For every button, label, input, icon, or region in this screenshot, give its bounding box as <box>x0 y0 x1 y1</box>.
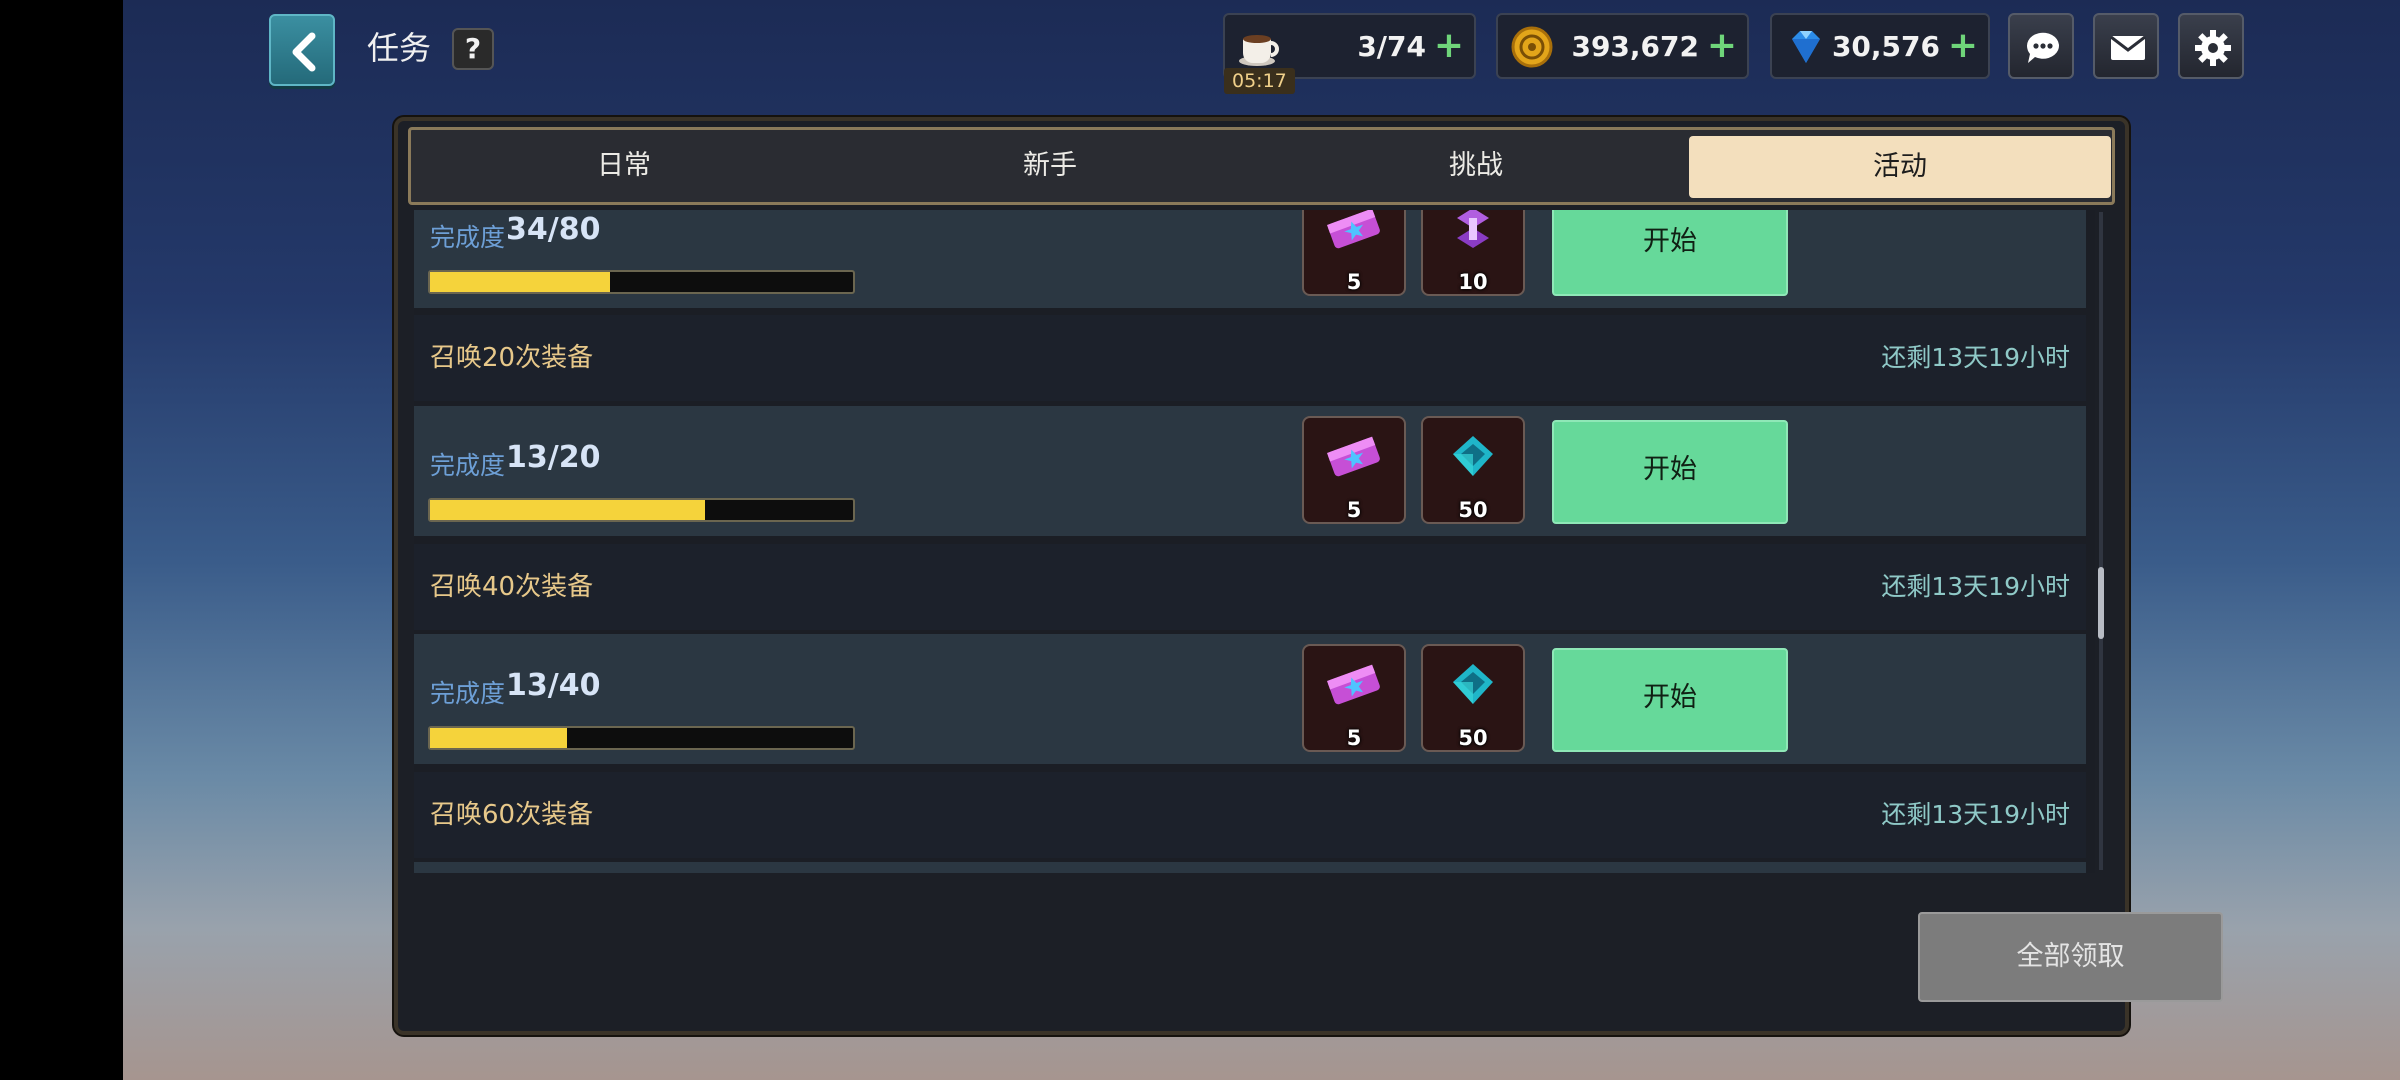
coffee-cup-icon <box>1239 35 1279 66</box>
progress-value: 13/40 <box>506 668 601 703</box>
progress-fill <box>430 272 610 292</box>
reward-count: 50 <box>1458 498 1488 522</box>
quest-header: 召唤40次装备 还剩13天19小时 <box>414 544 2086 630</box>
quest-item: 完成度 34/80 5 10 开始 <box>414 210 2086 308</box>
reward-slot[interactable]: 5 <box>1302 210 1406 296</box>
stamina-timer: 05:17 <box>1224 68 1295 94</box>
reward-count: 50 <box>1458 726 1488 750</box>
quest-name: 召唤20次装备 <box>430 343 594 373</box>
summon-ticket-icon <box>1327 210 1380 249</box>
gem-plus-button[interactable]: + <box>1948 27 1978 65</box>
quest-name: 召唤60次装备 <box>430 800 594 830</box>
progress-label: 完成度 <box>430 451 506 480</box>
teal-crystal-icon <box>1453 436 1493 476</box>
tab-bar: 日常 新手 挑战 活动 <box>408 127 2115 205</box>
progress-label: 完成度 <box>430 679 506 708</box>
reward-count: 10 <box>1458 270 1488 294</box>
progress-value: 34/80 <box>506 212 601 247</box>
tab-daily[interactable]: 日常 <box>411 130 837 202</box>
progress-bar <box>428 498 855 522</box>
progress-fill <box>430 728 568 748</box>
quest-item: 完成度 13/20 5 50 开始 <box>414 406 2086 536</box>
tab-challenge[interactable]: 挑战 <box>1263 130 1689 202</box>
gear-icon <box>2195 30 2231 66</box>
scrollbar-thumb[interactable] <box>2098 567 2104 639</box>
quest-item <box>414 862 2086 873</box>
mail-icon <box>2110 35 2146 60</box>
purple-key-icon <box>1457 210 1489 248</box>
tab-beginner[interactable]: 新手 <box>837 130 1263 202</box>
quest-header: 召唤20次装备 还剩13天19小时 <box>414 315 2086 401</box>
blue-diamond-icon <box>1792 31 1820 63</box>
quest-time-left: 还剩13天19小时 <box>1881 572 2070 601</box>
reward-slot[interactable]: 10 <box>1421 210 1525 296</box>
summon-ticket-icon <box>1327 664 1380 705</box>
reward-count: 5 <box>1346 498 1362 522</box>
gold-plus-button[interactable]: + <box>1707 27 1737 65</box>
scrollbar-track[interactable] <box>2099 212 2103 870</box>
page-title: 任务 <box>367 29 432 67</box>
gold-counter: 393,672 + <box>1496 13 1749 79</box>
reward-slot[interactable]: 50 <box>1421 416 1525 524</box>
progress-value: 13/20 <box>506 440 601 475</box>
chat-bubble-icon <box>2026 32 2059 63</box>
teal-crystal-icon <box>1453 664 1493 704</box>
quest-name: 召唤40次装备 <box>430 572 594 602</box>
progress-fill <box>430 500 705 520</box>
stamina-value: 3/74 <box>1357 30 1426 63</box>
stamina-plus-button[interactable]: + <box>1434 27 1464 65</box>
quest-time-left: 还剩13天19小时 <box>1881 800 2070 829</box>
reward-slot[interactable]: 50 <box>1421 644 1525 752</box>
quest-item: 完成度 13/40 5 50 开始 <box>414 634 2086 764</box>
back-button[interactable] <box>269 14 335 86</box>
chat-button[interactable] <box>2008 13 2074 79</box>
reward-slot[interactable]: 5 <box>1302 644 1406 752</box>
gem-counter: 30,576 + <box>1770 13 1990 79</box>
quest-time-left: 还剩13天19小时 <box>1881 343 2070 372</box>
progress-bar <box>428 270 855 294</box>
start-button[interactable]: 开始 <box>1552 420 1788 524</box>
settings-button[interactable] <box>2178 13 2244 79</box>
summon-ticket-icon <box>1327 436 1380 477</box>
gold-value: 393,672 <box>1571 30 1699 63</box>
chevron-left-icon <box>292 32 316 72</box>
quest-header: 召唤60次装备 还剩13天19小时 <box>414 772 2086 858</box>
progress-bar <box>428 726 855 750</box>
reward-count: 5 <box>1346 270 1362 294</box>
gold-coin-icon <box>1511 26 1553 68</box>
start-button[interactable]: 开始 <box>1552 210 1788 296</box>
quest-list[interactable]: 完成度 34/80 5 10 开始 召唤20次装备 还剩13天19小时 完成度 … <box>414 210 2095 873</box>
reward-count: 5 <box>1346 726 1362 750</box>
tab-event[interactable]: 活动 <box>1689 136 2111 198</box>
progress-label: 完成度 <box>430 223 506 252</box>
claim-all-button[interactable]: 全部领取 <box>1918 912 2223 1002</box>
game-screen: 任务 ? 3/74 + 05:17 393,672 + 30,576 + 日常 … <box>123 0 2400 1080</box>
reward-slot[interactable]: 5 <box>1302 416 1406 524</box>
mail-button[interactable] <box>2093 13 2159 79</box>
start-button[interactable]: 开始 <box>1552 648 1788 752</box>
help-button[interactable]: ? <box>452 28 494 70</box>
gem-value: 30,576 <box>1831 30 1940 63</box>
